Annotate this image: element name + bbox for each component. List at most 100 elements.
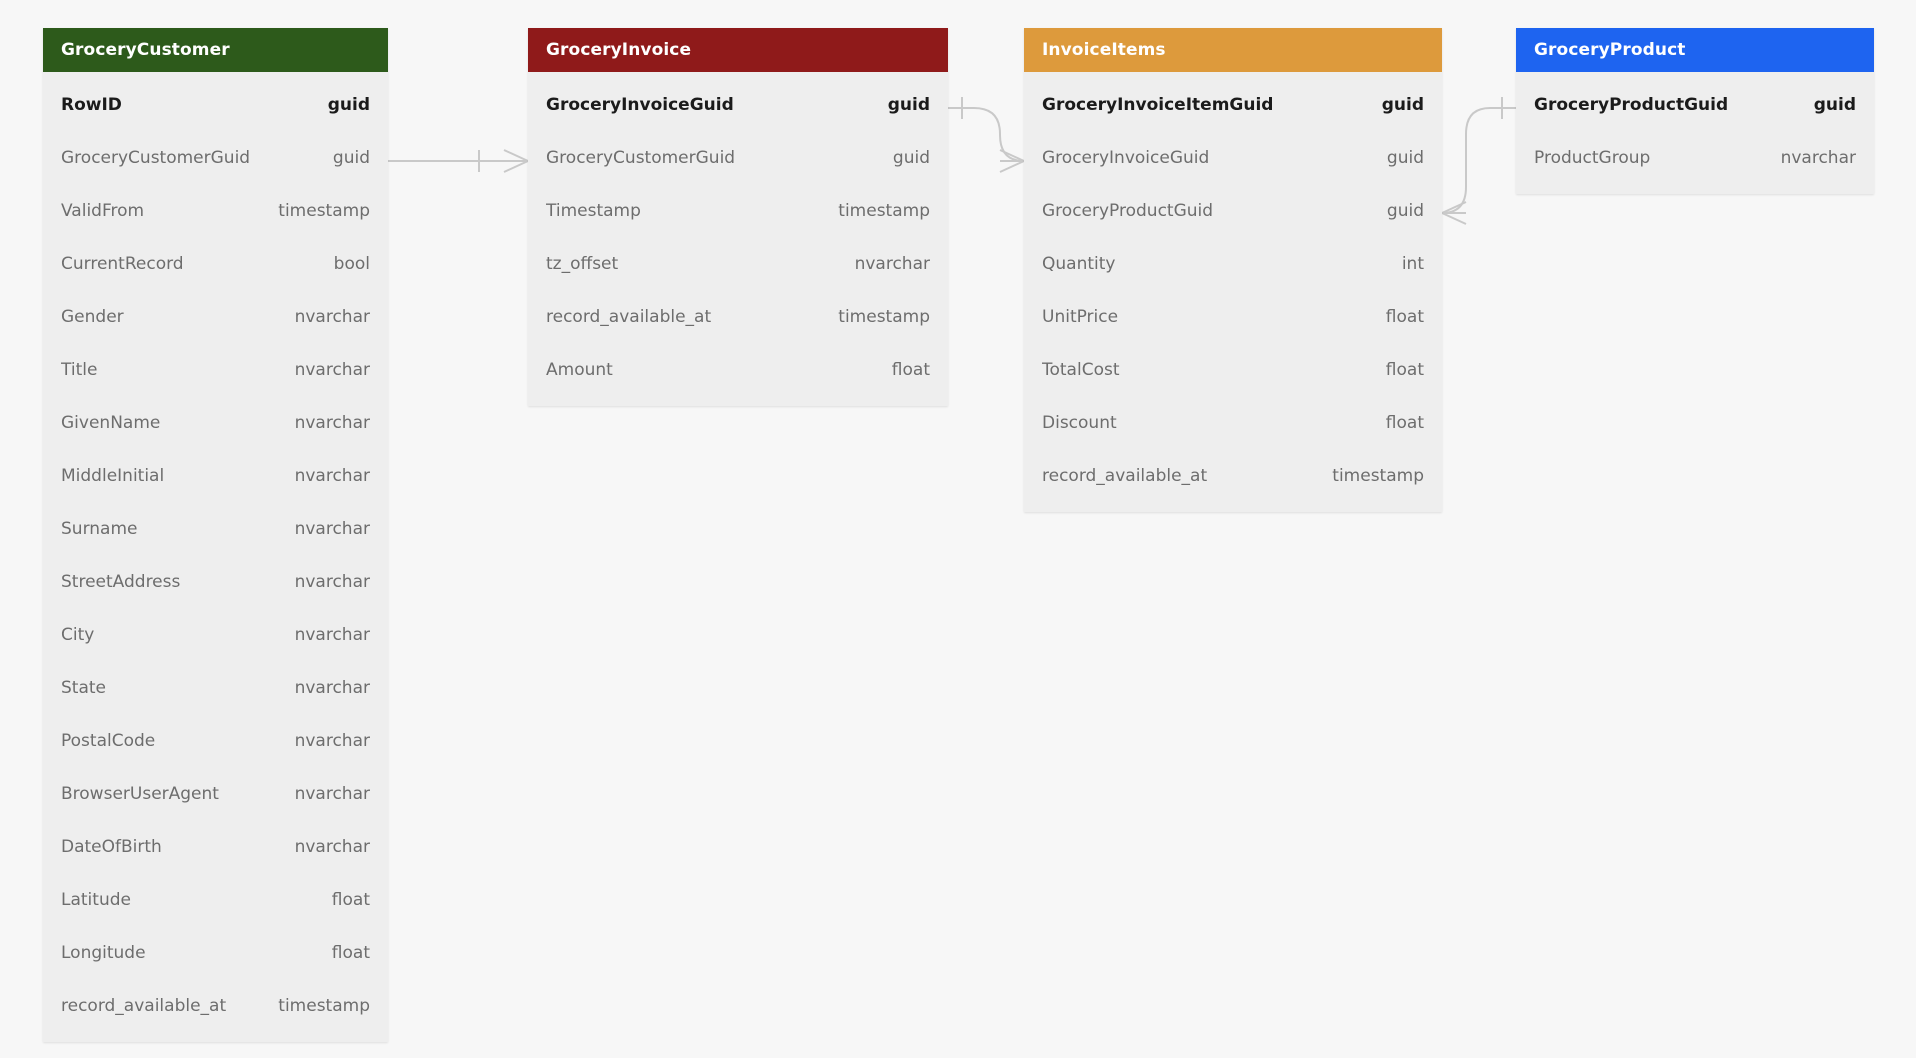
field-row[interactable]: UnitPricefloat	[1024, 290, 1442, 343]
field-type: guid	[1367, 201, 1424, 221]
entity-header-invoice-items: InvoiceItems	[1024, 28, 1442, 72]
field-row[interactable]: Title nvarchar	[43, 343, 388, 396]
field-row[interactable]: GivenNamenvarchar	[43, 396, 388, 449]
field-row-primary-key[interactable]: GroceryInvoiceItemGuidguid	[1024, 78, 1442, 131]
field-row[interactable]: tz_offsetnvarchar	[528, 237, 948, 290]
field-row-primary-key[interactable]: GroceryProductGuid guid	[1516, 78, 1874, 131]
entity-table-invoice-items[interactable]: InvoiceItemsGroceryInvoiceItemGuidguidGr…	[1024, 28, 1442, 512]
field-row[interactable]: Latitude float	[43, 873, 388, 926]
field-row[interactable]: Quantityint	[1024, 237, 1442, 290]
entity-field-list-grocery-customer: RowID guid GroceryCustomerGuid guid ValidFro…	[43, 72, 388, 1042]
relationship-customer-to-invoice	[388, 150, 528, 172]
field-name: BrowserUserAgent	[61, 784, 219, 804]
field-type: nvarchar	[275, 360, 370, 380]
field-row[interactable]: ValidFromtimestamp	[43, 184, 388, 237]
field-name: GroceryProductGuid	[1534, 95, 1728, 115]
field-name: GivenName	[61, 413, 160, 433]
field-row[interactable]: TotalCost float	[1024, 343, 1442, 396]
field-type: guid	[1794, 95, 1856, 115]
field-type: nvarchar	[275, 625, 370, 645]
field-name: GroceryInvoiceItemGuid	[1042, 95, 1273, 115]
field-type: float	[1366, 413, 1424, 433]
field-name: Latitude	[61, 890, 131, 910]
field-name: GroceryInvoiceGuid	[546, 95, 734, 115]
field-name: GroceryCustomerGuid	[61, 148, 250, 168]
entity-header-grocery-invoice: GroceryInvoice	[528, 28, 948, 72]
field-row-primary-key[interactable]: RowID guid	[43, 78, 388, 131]
entity-table-grocery-product[interactable]: GroceryProduct GroceryProductGuid guid Prod…	[1516, 28, 1874, 194]
field-name: Longitude	[61, 943, 146, 963]
field-type: guid	[313, 148, 370, 168]
field-row[interactable]: StreetAddressnvarchar	[43, 555, 388, 608]
field-row[interactable]: record_available_at timestamp	[43, 979, 388, 1032]
entity-title: InvoiceItems	[1042, 40, 1166, 60]
field-row[interactable]: DateOfBirth nvarchar	[43, 820, 388, 873]
field-row[interactable]: ProductGroupnvarchar	[1516, 131, 1874, 184]
field-type: nvarchar	[275, 837, 370, 857]
field-name: Surname	[61, 519, 137, 539]
field-row[interactable]: record_available_at timestamp	[1024, 449, 1442, 502]
field-type: float	[1366, 360, 1424, 380]
field-type: bool	[314, 254, 370, 274]
field-name: Amount	[546, 360, 613, 380]
field-row[interactable]: Discountfloat	[1024, 396, 1442, 449]
field-name: GroceryInvoiceGuid	[1042, 148, 1209, 168]
field-row[interactable]: PostalCodenvarchar	[43, 714, 388, 767]
field-type: nvarchar	[835, 254, 930, 274]
field-name: TotalCost	[1042, 360, 1120, 380]
entity-header-grocery-product: GroceryProduct	[1516, 28, 1874, 72]
entity-table-grocery-customer[interactable]: GroceryCustomerRowIDguidGroceryCustomerG…	[43, 28, 388, 1042]
field-name: Title	[61, 360, 97, 380]
field-name: record_available_at	[61, 996, 226, 1016]
entity-table-grocery-invoice[interactable]: GroceryInvoiceGroceryInvoiceGuidguidGroc…	[528, 28, 948, 406]
field-row[interactable]: GroceryInvoiceGuid guid	[1024, 131, 1442, 184]
field-type: timestamp	[818, 307, 930, 327]
field-name: Quantity	[1042, 254, 1115, 274]
field-name: CurrentRecord	[61, 254, 184, 274]
field-row-primary-key[interactable]: GroceryInvoiceGuidguid	[528, 78, 948, 131]
field-type: timestamp	[1312, 466, 1424, 486]
field-row[interactable]: City nvarchar	[43, 608, 388, 661]
field-row[interactable]: Statenvarchar	[43, 661, 388, 714]
field-name: GroceryCustomerGuid	[546, 148, 735, 168]
field-name: record_available_at	[546, 307, 711, 327]
field-row[interactable]: CurrentRecord bool	[43, 237, 388, 290]
field-name: UnitPrice	[1042, 307, 1118, 327]
entity-title: GroceryCustomer	[61, 40, 230, 60]
entity-field-list-grocery-product: GroceryProductGuid guid ProductGroupnvarch…	[1516, 72, 1874, 194]
entity-field-list-invoice-items: GroceryInvoiceItemGuidguidGroceryInvoice…	[1024, 72, 1442, 512]
field-row[interactable]: Timestamptimestamp	[528, 184, 948, 237]
field-type: timestamp	[818, 201, 930, 221]
field-type: nvarchar	[275, 572, 370, 592]
field-name: RowID	[61, 95, 122, 115]
cardinality-many-crowsfoot	[1000, 150, 1024, 172]
field-type: guid	[308, 95, 370, 115]
field-row[interactable]: MiddleInitialnvarchar	[43, 449, 388, 502]
field-row[interactable]: Surnamenvarchar	[43, 502, 388, 555]
field-name: record_available_at	[1042, 466, 1207, 486]
field-name: GroceryProductGuid	[1042, 201, 1213, 221]
field-type: nvarchar	[275, 731, 370, 751]
field-name: City	[61, 625, 94, 645]
field-row[interactable]: Amount float	[528, 343, 948, 396]
field-row[interactable]: Longitude float	[43, 926, 388, 979]
field-row[interactable]: Gendernvarchar	[43, 290, 388, 343]
field-name: Gender	[61, 307, 124, 327]
field-type: float	[312, 943, 370, 963]
field-row[interactable]: GroceryCustomerGuidguid	[528, 131, 948, 184]
field-name: DateOfBirth	[61, 837, 162, 857]
field-row[interactable]: GroceryCustomerGuid guid	[43, 131, 388, 184]
field-type: float	[872, 360, 930, 380]
field-type: timestamp	[258, 996, 370, 1016]
field-row[interactable]: BrowserUserAgentnvarchar	[43, 767, 388, 820]
relationship-product-to-invoiceitems	[1442, 97, 1516, 224]
field-type: nvarchar	[275, 466, 370, 486]
field-type: float	[312, 890, 370, 910]
field-type: timestamp	[258, 201, 370, 221]
entity-field-list-grocery-invoice: GroceryInvoiceGuidguidGroceryCustomerGui…	[528, 72, 948, 406]
field-row[interactable]: record_available_at timestamp	[528, 290, 948, 343]
field-type: nvarchar	[275, 678, 370, 698]
field-type: guid	[1367, 148, 1424, 168]
field-row[interactable]: GroceryProductGuid guid	[1024, 184, 1442, 237]
field-name: ProductGroup	[1534, 148, 1650, 168]
